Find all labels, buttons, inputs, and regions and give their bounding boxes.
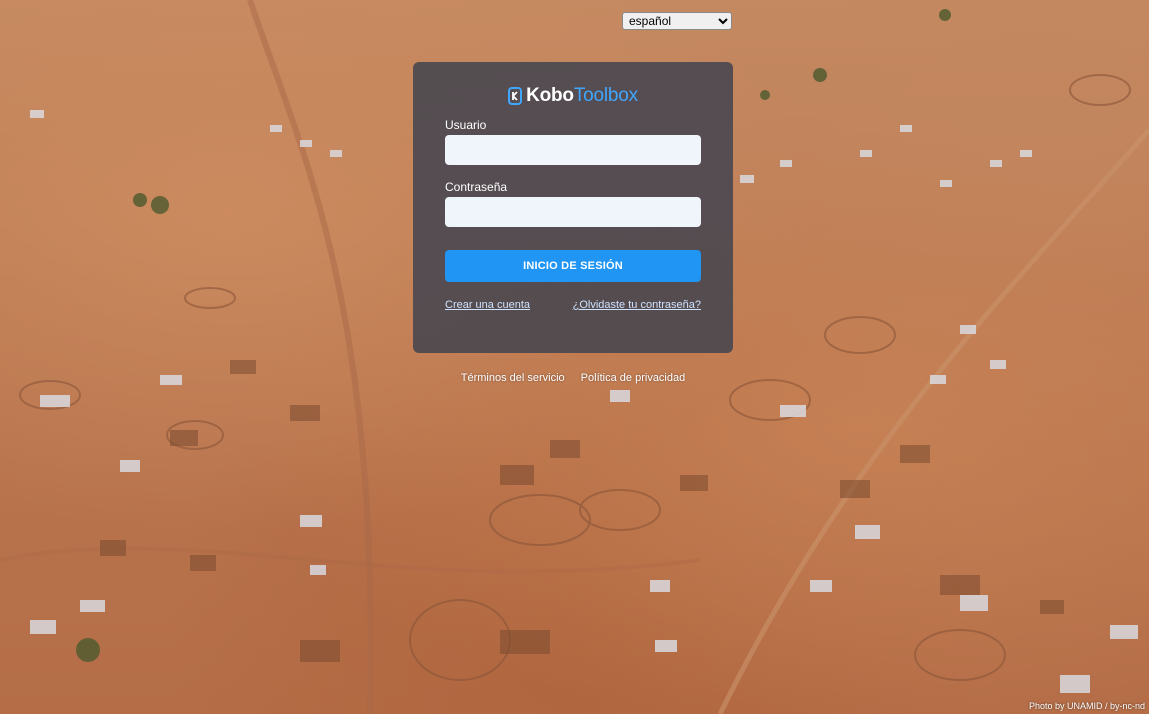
footer-links: Términos del servicio Política de privac… — [413, 372, 733, 384]
logo-text: KoboToolbox — [526, 85, 638, 107]
password-label: Contraseña — [445, 180, 508, 194]
kobo-logo-icon — [508, 87, 523, 105]
login-card: KoboToolbox Usuario Contraseña INICIO DE… — [413, 62, 733, 353]
forgot-password-link[interactable]: ¿Olvidaste tu contraseña? — [573, 299, 701, 311]
password-input[interactable] — [445, 197, 701, 227]
terms-link[interactable]: Términos del servicio — [461, 372, 565, 384]
login-button[interactable]: INICIO DE SESIÓN — [445, 250, 701, 282]
photo-credit: Photo by UNAMID / by-nc-nd — [1028, 701, 1145, 711]
language-select[interactable]: español — [622, 12, 732, 30]
username-input[interactable] — [445, 135, 701, 165]
logo: KoboToolbox — [413, 84, 733, 108]
logo-text-toolbox: Toolbox — [573, 85, 638, 106]
logo-text-kobo: Kobo — [526, 85, 574, 106]
create-account-link[interactable]: Crear una cuenta — [445, 299, 530, 311]
username-label: Usuario — [445, 118, 487, 132]
privacy-link[interactable]: Política de privacidad — [581, 372, 686, 384]
